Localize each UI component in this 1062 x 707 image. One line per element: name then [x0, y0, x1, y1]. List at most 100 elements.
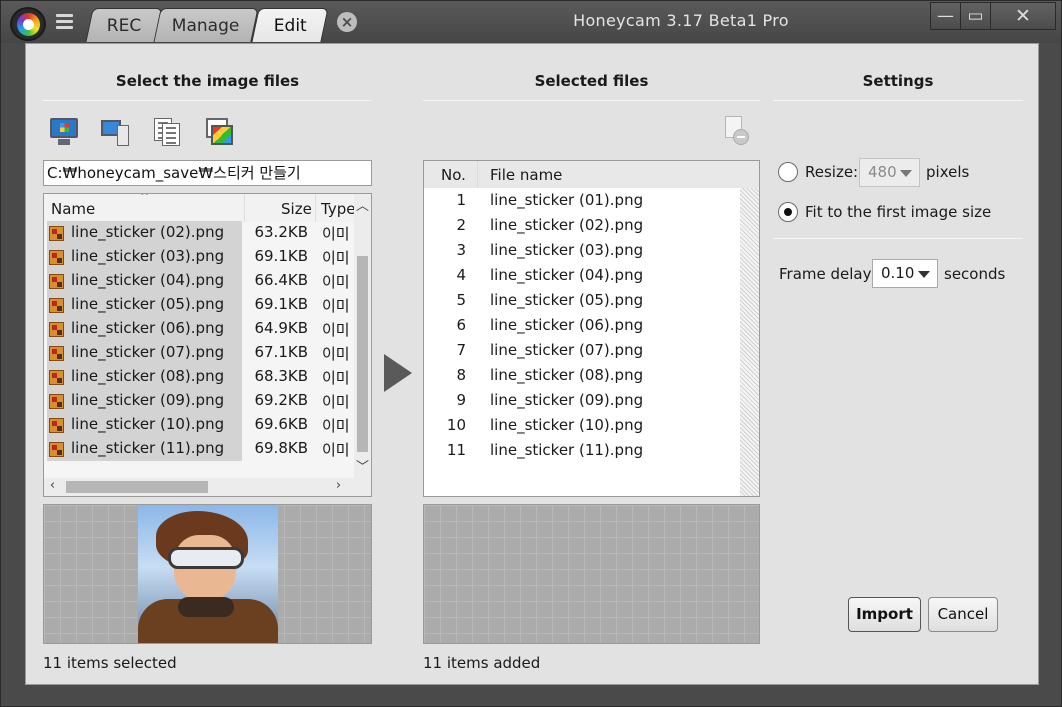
selected-file-row[interactable]: 5 line_sticker (05).png	[424, 289, 740, 314]
scroll-down-icon[interactable]: ﹀	[354, 456, 371, 475]
file-browser-list[interactable]: ^ Name Size Type line_sticker (02).png 63…	[43, 193, 372, 497]
file-list-row[interactable]: line_sticker (05).png 69.1KB 이미	[44, 293, 354, 317]
sort-ascending-icon: ^	[140, 193, 150, 203]
selected-files-list[interactable]: No. File name 1 line_sticker (01).png 2 lin…	[423, 160, 760, 497]
file-name: line_sticker (01).png	[490, 191, 644, 209]
chevron-down-icon	[918, 271, 930, 278]
file-list-row[interactable]: line_sticker (06).png 64.9KB 이미	[44, 317, 354, 341]
file-list-row[interactable]: line_sticker (07).png 67.1KB 이미	[44, 341, 354, 365]
fit-first-image-radio[interactable]	[778, 202, 798, 222]
cancel-button[interactable]: Cancel	[928, 597, 998, 632]
selected-file-row[interactable]: 2 line_sticker (02).png	[424, 214, 740, 239]
tab-manage[interactable]: Manage	[153, 8, 259, 42]
pictures-icon[interactable]	[203, 116, 235, 148]
window-title: Honeycam 3.17 Beta1 Pro	[573, 11, 789, 30]
file-list-row[interactable]: line_sticker (08).png 68.3KB 이미	[44, 365, 354, 389]
selected-file-row[interactable]: 6 line_sticker (06).png	[424, 314, 740, 339]
middle-panel-title: Selected files	[534, 72, 649, 90]
selected-count-status: 11 items selected	[43, 654, 177, 672]
folder-path-input[interactable]: C:₩honeycam_save₩스티커 만들기	[43, 160, 372, 186]
scroll-up-icon[interactable]: ︿	[354, 195, 371, 214]
file-size: 69.2KB	[254, 391, 308, 409]
remove-file-icon[interactable]	[721, 116, 751, 146]
file-list-row[interactable]: line_sticker (11).png 69.8KB 이미	[44, 437, 354, 461]
file-number: 2	[456, 216, 466, 234]
file-name: line_sticker (11).png	[71, 439, 225, 457]
file-name: line_sticker (07).png	[71, 343, 225, 361]
png-file-icon	[49, 370, 64, 385]
close-window-button[interactable]: ✕	[990, 2, 1056, 30]
app-window: REC Manage Edit × Honeycam 3.17 Beta1 Pr…	[0, 0, 1062, 707]
fit-first-image-label: Fit to the first image size	[805, 203, 992, 221]
png-file-icon	[49, 298, 64, 313]
resize-unit-label: pixels	[926, 163, 970, 181]
documents-icon[interactable]	[152, 116, 184, 148]
file-list-row[interactable]: line_sticker (04).png 66.4KB 이미	[44, 269, 354, 293]
add-files-arrow-icon[interactable]	[384, 354, 412, 392]
maximize-button[interactable]: ▭	[960, 2, 991, 30]
file-list-row[interactable]: line_sticker (03).png 69.1KB 이미	[44, 245, 354, 269]
png-file-icon	[49, 226, 64, 241]
list-scroll-area	[740, 188, 759, 496]
app-logo-icon[interactable]	[10, 7, 46, 41]
file-type: 이미	[322, 369, 350, 387]
selected-file-row[interactable]: 4 line_sticker (04).png	[424, 264, 740, 289]
file-name: line_sticker (09).png	[490, 391, 644, 409]
selected-file-row[interactable]: 9 line_sticker (09).png	[424, 389, 740, 414]
hamburger-menu-icon[interactable]	[56, 14, 73, 30]
scroll-right-icon[interactable]: ›	[330, 478, 347, 493]
file-number: 4	[456, 266, 466, 284]
image-preview	[43, 504, 372, 644]
title-bar: REC Manage Edit × Honeycam 3.17 Beta1 Pr…	[1, 1, 1061, 43]
close-tab-icon[interactable]: ×	[337, 12, 357, 32]
column-header-name[interactable]: Name	[51, 200, 95, 218]
selected-file-row[interactable]: 11 line_sticker (11).png	[424, 439, 740, 464]
scrollbar-thumb[interactable]	[66, 481, 208, 493]
file-size: 64.9KB	[254, 319, 308, 337]
file-number: 3	[456, 241, 466, 259]
frame-delay-select[interactable]: 0.10	[872, 259, 938, 288]
file-number: 5	[456, 291, 466, 309]
selected-file-row[interactable]: 8 line_sticker (08).png	[424, 364, 740, 389]
column-header-no[interactable]: No.	[441, 166, 466, 184]
file-number: 8	[456, 366, 466, 384]
file-size: 63.2KB	[254, 223, 308, 241]
file-list-row[interactable]: line_sticker (09).png 69.2KB 이미	[44, 389, 354, 413]
file-type: 이미	[322, 417, 350, 435]
horizontal-scrollbar[interactable]: ‹ ›	[44, 478, 354, 496]
vertical-scrollbar[interactable]: ︿ ﹀	[354, 194, 371, 478]
frame-delay-unit-label: seconds	[944, 265, 1006, 283]
file-name: line_sticker (03).png	[490, 241, 644, 259]
resize-width-select[interactable]: 480	[859, 158, 920, 187]
scroll-left-icon[interactable]: ‹	[44, 478, 61, 493]
selected-file-row[interactable]: 1 line_sticker (01).png	[424, 189, 740, 214]
divider	[43, 100, 372, 101]
png-file-icon	[49, 274, 64, 289]
scrollbar-thumb[interactable]	[357, 256, 368, 452]
file-name: line_sticker (05).png	[490, 291, 644, 309]
column-header-size[interactable]: Size	[281, 200, 312, 218]
tab-rec[interactable]: REC	[85, 8, 163, 42]
file-name: line_sticker (11).png	[490, 441, 644, 459]
file-number: 6	[456, 316, 466, 334]
chevron-down-icon	[900, 170, 912, 177]
file-number: 7	[456, 341, 466, 359]
tab-edit[interactable]: Edit	[251, 8, 329, 42]
file-name: line_sticker (08).png	[490, 366, 644, 384]
file-type: 이미	[322, 273, 350, 291]
resize-radio[interactable]	[778, 162, 798, 182]
minimize-button[interactable]: —	[930, 2, 961, 30]
file-type: 이미	[322, 393, 350, 411]
desktop-icon[interactable]	[48, 116, 80, 148]
computer-icon[interactable]	[100, 116, 132, 148]
selected-file-row[interactable]: 10 line_sticker (10).png	[424, 414, 740, 439]
column-header-file-name[interactable]: File name	[490, 166, 562, 184]
selected-file-row[interactable]: 3 line_sticker (03).png	[424, 239, 740, 264]
file-name: line_sticker (04).png	[71, 271, 225, 289]
column-header-type[interactable]: Type	[321, 200, 355, 218]
selected-file-row[interactable]: 7 line_sticker (07).png	[424, 339, 740, 364]
file-list-row[interactable]: line_sticker (02).png 63.2KB 이미	[44, 221, 354, 245]
png-file-icon	[49, 418, 64, 433]
file-list-row[interactable]: line_sticker (10).png 69.6KB 이미	[44, 413, 354, 437]
import-button[interactable]: Import	[848, 597, 921, 632]
